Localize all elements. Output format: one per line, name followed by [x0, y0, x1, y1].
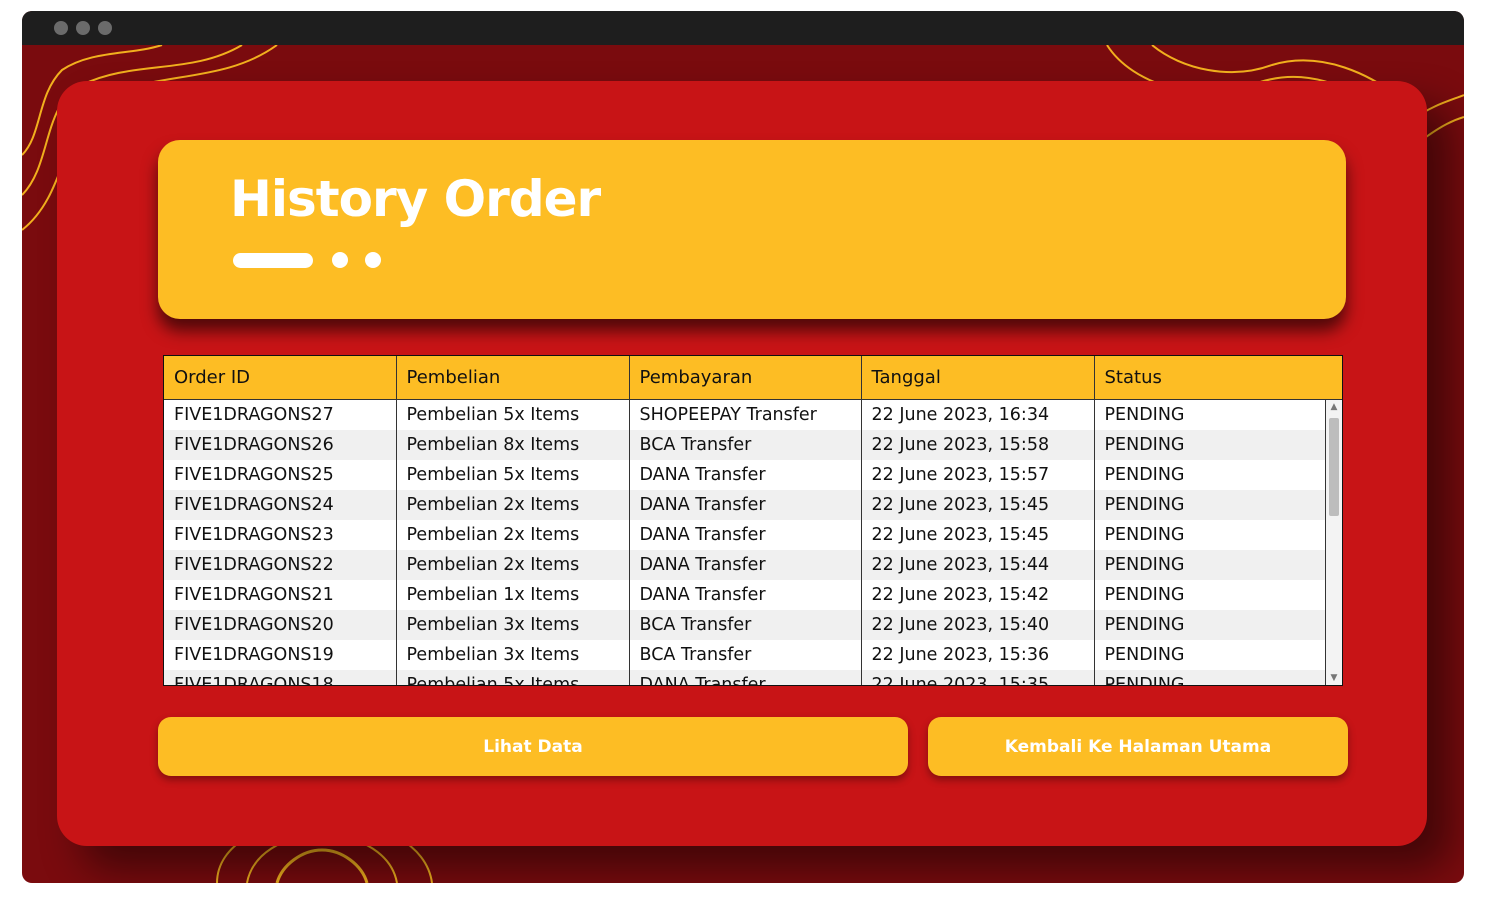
window-titlebar	[22, 11, 1464, 45]
cell-order-id: FIVE1DRAGONS19	[164, 640, 397, 670]
back-home-button[interactable]: Kembali Ke Halaman Utama	[928, 717, 1348, 776]
cell-order-id: FIVE1DRAGONS21	[164, 580, 397, 610]
cell-pembelian: Pembelian 2x Items	[396, 520, 630, 550]
cell-status: PENDING	[1094, 610, 1327, 640]
window-dot-icon[interactable]	[54, 21, 68, 35]
cell-tanggal: 22 June 2023, 15:36	[861, 640, 1095, 670]
cell-pembelian: Pembelian 5x Items	[396, 670, 630, 685]
column-header-pembayaran[interactable]: Pembayaran	[629, 356, 862, 400]
cell-pembayaran: DANA Transfer	[629, 670, 862, 685]
cell-pembelian: Pembelian 5x Items	[396, 460, 630, 490]
cell-tanggal: 22 June 2023, 15:42	[861, 580, 1095, 610]
cell-pembelian: Pembelian 1x Items	[396, 580, 630, 610]
order-table-container[interactable]: Order ID Pembelian Pembayaran Tanggal St…	[163, 355, 1343, 686]
table-scrollbar[interactable]: ▲ ▼	[1325, 400, 1342, 685]
cell-status: PENDING	[1094, 430, 1327, 460]
cell-order-id: FIVE1DRAGONS27	[164, 399, 397, 430]
scroll-down-arrow-icon[interactable]: ▼	[1326, 671, 1342, 685]
decor-bar	[233, 253, 313, 268]
cell-pembayaran: DANA Transfer	[629, 550, 862, 580]
cell-pembelian: Pembelian 3x Items	[396, 640, 630, 670]
app-window: History Order Order ID Pembelian Pembaya…	[22, 11, 1464, 883]
cell-pembelian: Pembelian 5x Items	[396, 399, 630, 430]
cell-status: PENDING	[1094, 670, 1327, 685]
cell-pembayaran: BCA Transfer	[629, 430, 862, 460]
cell-order-id: FIVE1DRAGONS26	[164, 430, 397, 460]
decor-dot	[365, 252, 381, 268]
cell-pembelian: Pembelian 3x Items	[396, 610, 630, 640]
cell-tanggal: 22 June 2023, 16:34	[861, 399, 1095, 430]
cell-order-id: FIVE1DRAGONS24	[164, 490, 397, 520]
scroll-up-arrow-icon[interactable]: ▲	[1326, 400, 1342, 414]
cell-status: PENDING	[1094, 520, 1327, 550]
cell-pembayaran: BCA Transfer	[629, 610, 862, 640]
page-title: History Order	[230, 170, 601, 228]
cell-order-id: FIVE1DRAGONS18	[164, 670, 397, 685]
table-row[interactable]: FIVE1DRAGONS24 Pembelian 2x Items DANA T…	[164, 490, 1327, 520]
cell-order-id: FIVE1DRAGONS23	[164, 520, 397, 550]
cell-pembelian: Pembelian 8x Items	[396, 430, 630, 460]
cell-pembelian: Pembelian 2x Items	[396, 550, 630, 580]
table-row[interactable]: FIVE1DRAGONS20 Pembelian 3x Items BCA Tr…	[164, 610, 1327, 640]
cell-tanggal: 22 June 2023, 15:45	[861, 490, 1095, 520]
table-row[interactable]: FIVE1DRAGONS27 Pembelian 5x Items SHOPEE…	[164, 399, 1327, 430]
table-row[interactable]: FIVE1DRAGONS25 Pembelian 5x Items DANA T…	[164, 460, 1327, 490]
order-table: Order ID Pembelian Pembayaran Tanggal St…	[164, 356, 1327, 685]
cell-order-id: FIVE1DRAGONS22	[164, 550, 397, 580]
cell-tanggal: 22 June 2023, 15:40	[861, 610, 1095, 640]
cell-pembayaran: SHOPEEPAY Transfer	[629, 399, 862, 430]
cell-status: PENDING	[1094, 580, 1327, 610]
table-row[interactable]: FIVE1DRAGONS26 Pembelian 8x Items BCA Tr…	[164, 430, 1327, 460]
cell-order-id: FIVE1DRAGONS20	[164, 610, 397, 640]
cell-status: PENDING	[1094, 490, 1327, 520]
column-header-pembelian[interactable]: Pembelian	[396, 356, 630, 400]
header-banner: History Order	[158, 140, 1346, 319]
cell-pembayaran: DANA Transfer	[629, 490, 862, 520]
scrollbar-thumb[interactable]	[1329, 418, 1339, 516]
cell-pembelian: Pembelian 2x Items	[396, 490, 630, 520]
table-header-row: Order ID Pembelian Pembayaran Tanggal St…	[164, 356, 1327, 400]
table-row[interactable]: FIVE1DRAGONS22 Pembelian 2x Items DANA T…	[164, 550, 1327, 580]
column-header-status[interactable]: Status	[1094, 356, 1327, 400]
decor-dot	[332, 252, 348, 268]
cell-status: PENDING	[1094, 550, 1327, 580]
main-card: History Order Order ID Pembelian Pembaya…	[57, 81, 1427, 846]
cell-pembayaran: DANA Transfer	[629, 580, 862, 610]
scrollbar-header-corner	[1326, 356, 1342, 400]
cell-pembayaran: BCA Transfer	[629, 640, 862, 670]
cell-status: PENDING	[1094, 460, 1327, 490]
view-data-button[interactable]: Lihat Data	[158, 717, 908, 776]
column-header-order-id[interactable]: Order ID	[164, 356, 397, 400]
cell-pembayaran: DANA Transfer	[629, 460, 862, 490]
table-row[interactable]: FIVE1DRAGONS18 Pembelian 5x Items DANA T…	[164, 670, 1327, 685]
cell-status: PENDING	[1094, 399, 1327, 430]
cell-tanggal: 22 June 2023, 15:57	[861, 460, 1095, 490]
cell-order-id: FIVE1DRAGONS25	[164, 460, 397, 490]
cell-tanggal: 22 June 2023, 15:35	[861, 670, 1095, 685]
table-row[interactable]: FIVE1DRAGONS19 Pembelian 3x Items BCA Tr…	[164, 640, 1327, 670]
cell-tanggal: 22 June 2023, 15:45	[861, 520, 1095, 550]
cell-tanggal: 22 June 2023, 15:58	[861, 430, 1095, 460]
window-dot-icon[interactable]	[98, 21, 112, 35]
window-dot-icon[interactable]	[76, 21, 90, 35]
table-row[interactable]: FIVE1DRAGONS23 Pembelian 2x Items DANA T…	[164, 520, 1327, 550]
cell-pembayaran: DANA Transfer	[629, 520, 862, 550]
cell-tanggal: 22 June 2023, 15:44	[861, 550, 1095, 580]
cell-status: PENDING	[1094, 640, 1327, 670]
table-row[interactable]: FIVE1DRAGONS21 Pembelian 1x Items DANA T…	[164, 580, 1327, 610]
column-header-tanggal[interactable]: Tanggal	[861, 356, 1095, 400]
